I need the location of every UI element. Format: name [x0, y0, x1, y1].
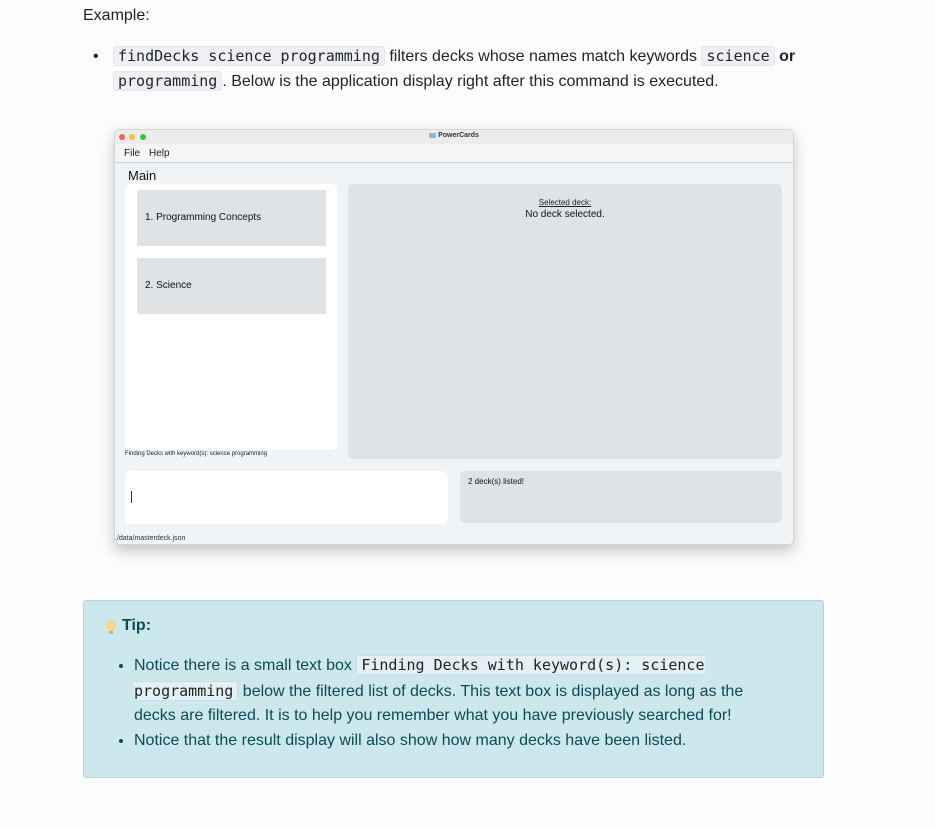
bullet-text-2: . Below is the application display right… [222, 73, 719, 90]
selected-deck-panel: Selected deck: No deck selected. [348, 184, 782, 459]
result-display: 2 deck(s) listed! [460, 471, 782, 523]
deck-list-panel: 1. Programming Concepts 2. Science [125, 184, 337, 450]
tip-item: Notice that the result display will also… [134, 729, 774, 754]
keyword-programming-code: programming [113, 71, 223, 91]
status-bar-path: ./data/masterdeck.json [115, 535, 186, 542]
keyword-science-code: science [701, 46, 775, 66]
tip-title: Tip: [122, 617, 152, 634]
command-code: findDecks science programming [113, 46, 385, 66]
app-icon [429, 132, 437, 138]
window-title: PowerCards [115, 132, 793, 139]
tip-item-text: Notice there is a small text box [134, 657, 352, 674]
menu-bar: File Help [115, 144, 793, 163]
result-text: 2 deck(s) listed! [468, 477, 525, 486]
tip-item: Notice there is a small text box Finding… [134, 653, 774, 729]
tip-heading: Tip: [106, 617, 151, 635]
example-bullet: • findDecks science programming filters … [93, 44, 826, 94]
filter-keywords-text: Finding Decks with keyword(s): science p… [125, 451, 268, 457]
tip-box: Tip: Notice there is a small text box Fi… [83, 600, 824, 778]
title-bar: PowerCards [115, 130, 793, 144]
lightbulb-icon [106, 620, 116, 634]
example-label: Example: [83, 7, 150, 24]
bullet-text-1: filters decks whose names match keywords [389, 48, 698, 65]
app-window-screenshot: PowerCards File Help Main 1. Programming… [114, 129, 794, 545]
selected-deck-value: No deck selected. [525, 209, 605, 220]
deck-card-label: 1. Programming Concepts [145, 212, 262, 223]
deck-card-label: 2. Science [145, 280, 192, 291]
tip-list: Notice there is a small text box Finding… [116, 653, 774, 753]
main-label: Main [128, 168, 157, 183]
bullet-text: findDecks science programming filters de… [113, 44, 826, 94]
command-input[interactable] [125, 471, 448, 524]
deck-card[interactable]: 1. Programming Concepts [137, 190, 326, 246]
deck-card[interactable]: 2. Science [137, 258, 326, 314]
text-caret [131, 491, 132, 503]
menu-file[interactable]: File [124, 148, 140, 159]
or-word: or [779, 48, 796, 65]
selected-deck-label: Selected deck: [538, 198, 592, 207]
bullet-dot: • [93, 48, 99, 65]
menu-help[interactable]: Help [149, 148, 170, 159]
window-title-text: PowerCards [438, 132, 479, 139]
